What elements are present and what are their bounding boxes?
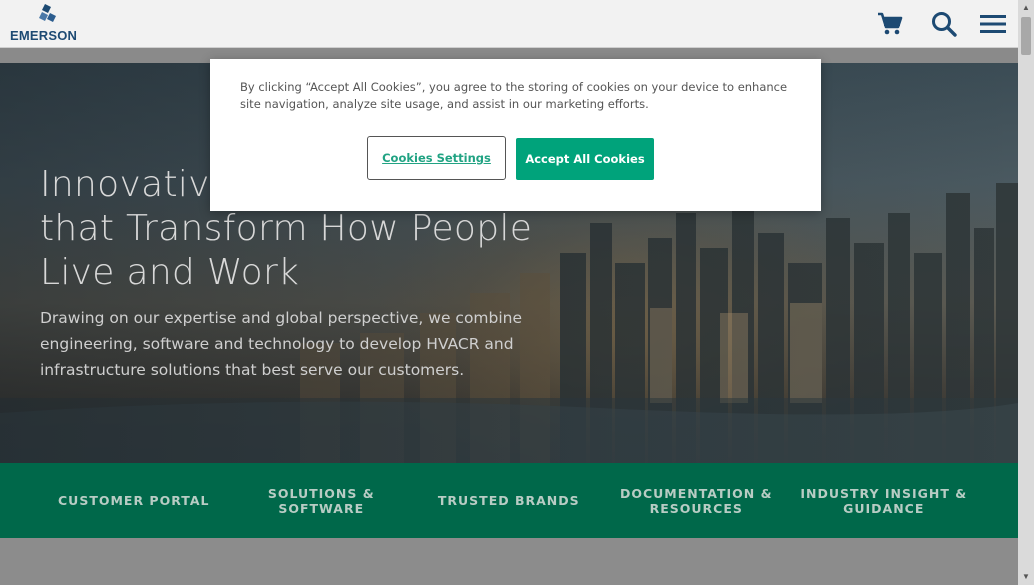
nav-label: SOFTWARE [278, 500, 365, 516]
scroll-up-arrow-icon[interactable]: ▲ [1022, 3, 1030, 12]
page-scrollbar[interactable]: ▲ ▼ [1018, 0, 1034, 585]
nav-label: INDUSTRY INSIGHT & [800, 485, 968, 501]
scroll-down-arrow-icon[interactable]: ▼ [1022, 572, 1030, 581]
emerson-logo-mark-icon [39, 4, 56, 22]
cookie-consent-banner: By clicking “Accept All Cookies”, you ag… [210, 59, 821, 211]
nav-label: GUIDANCE [843, 500, 925, 516]
cart-icon[interactable] [875, 10, 905, 38]
emerson-logo[interactable]: EMERSON [10, 4, 92, 44]
nav-documentation-resources[interactable]: DOCUMENTATION & RESOURCES [603, 486, 791, 516]
page-content-area [0, 538, 1018, 585]
nav-label: DOCUMENTATION & [619, 485, 773, 501]
hero-title-line3: Live and Work [40, 252, 300, 293]
menu-icon[interactable] [978, 10, 1008, 38]
quick-links-nav: CUSTOMER PORTAL SOLUTIONS & SOFTWARE TRU… [0, 463, 1018, 538]
nav-solutions-software[interactable]: SOLUTIONS & SOFTWARE [228, 486, 416, 516]
hero-subtitle: Drawing on our expertise and global pers… [40, 309, 523, 379]
cookie-consent-text: By clicking “Accept All Cookies”, you ag… [240, 80, 788, 111]
search-icon[interactable] [929, 10, 959, 38]
logo-wordmark: EMERSON [10, 28, 78, 43]
nav-industry-insight-guidance[interactable]: INDUSTRY INSIGHT & GUIDANCE [790, 486, 978, 516]
nav-label: CUSTOMER PORTAL [58, 493, 210, 508]
site-header: EMERSON [0, 0, 1018, 48]
nav-trusted-brands[interactable]: TRUSTED BRANDS [415, 493, 603, 508]
cookies-settings-button[interactable]: Cookies Settings [367, 136, 506, 180]
nav-label: RESOURCES [649, 500, 743, 516]
nav-label: SOLUTIONS & [267, 485, 375, 501]
hero-title-line2: that Transform How People [40, 208, 533, 249]
nav-label: TRUSTED BRANDS [437, 493, 580, 508]
scrollbar-thumb[interactable] [1021, 17, 1031, 55]
nav-customer-portal[interactable]: CUSTOMER PORTAL [40, 493, 228, 508]
accept-all-cookies-button[interactable]: Accept All Cookies [516, 138, 654, 180]
